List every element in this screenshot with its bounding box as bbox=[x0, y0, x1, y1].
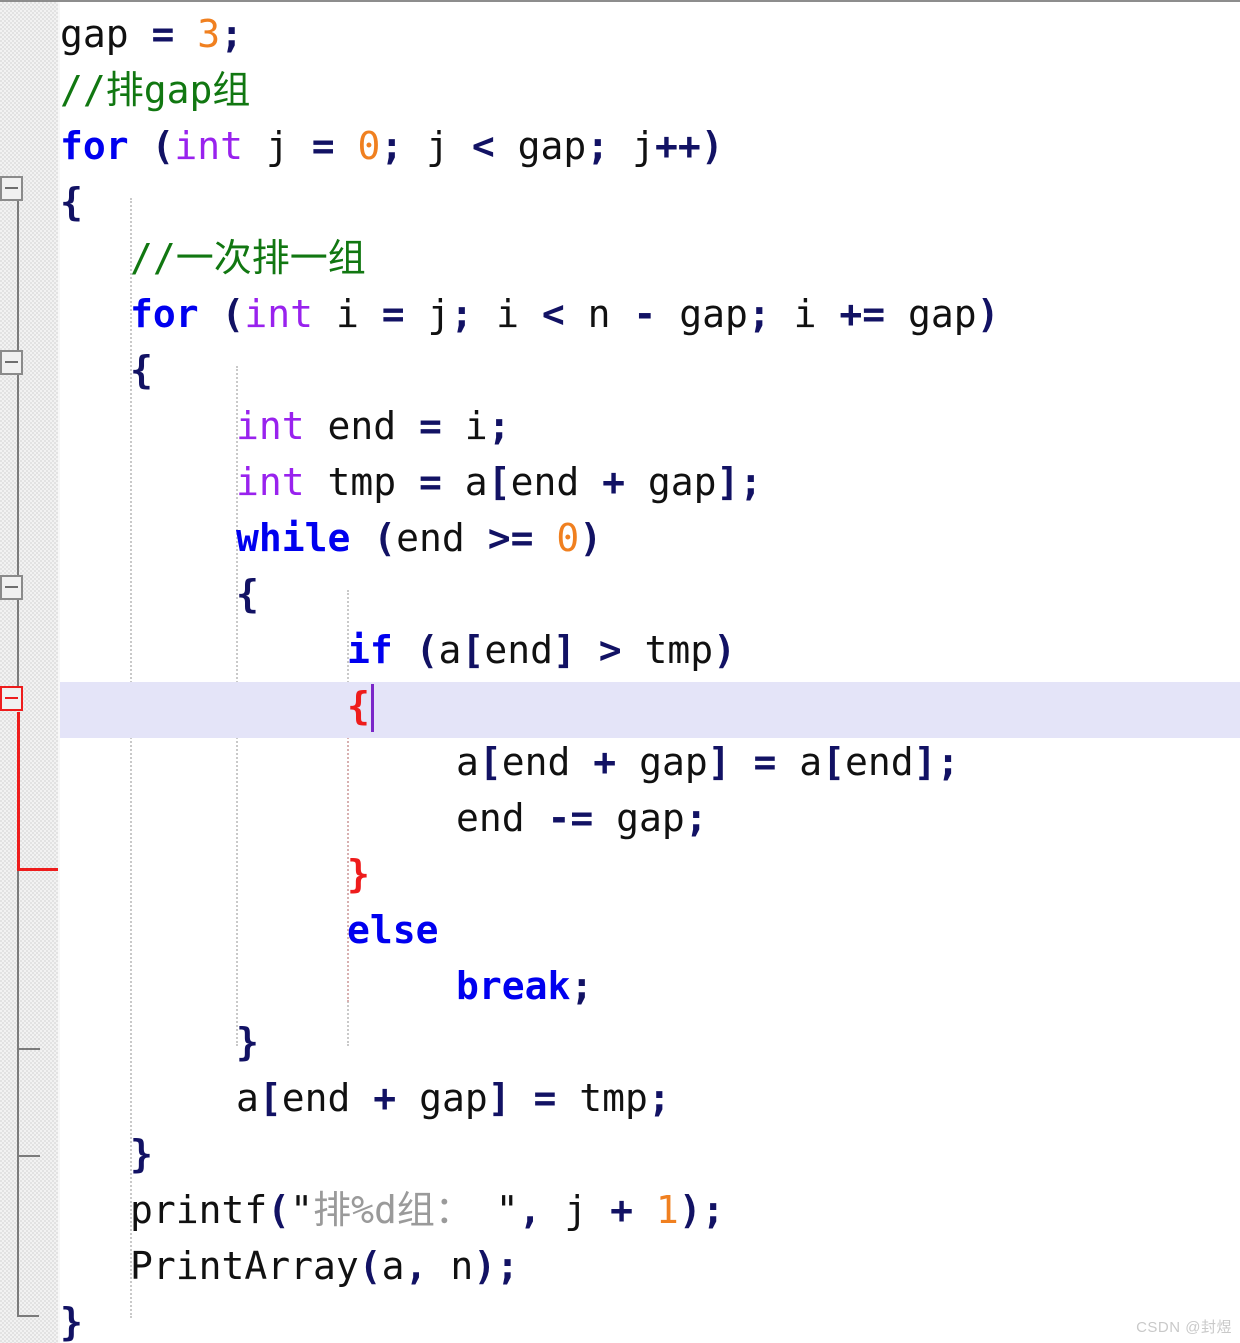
fold-spine-top bbox=[17, 200, 19, 350]
active-block-foot bbox=[17, 868, 58, 871]
fold-spine-mid bbox=[17, 375, 19, 575]
code-line-23[interactable]: PrintArray(a, n); bbox=[60, 1238, 1240, 1294]
token-type-int: int bbox=[244, 292, 314, 336]
code-line-19[interactable]: } bbox=[60, 1014, 1240, 1070]
code-line-2[interactable]: //排gap组 bbox=[60, 62, 1240, 118]
code-line-11[interactable]: { bbox=[60, 566, 1240, 622]
fold-tick-while-end bbox=[18, 1048, 40, 1050]
token-brace-close: } bbox=[130, 1132, 153, 1176]
code-line-9[interactable]: int tmp = a[end + gap]; bbox=[60, 454, 1240, 510]
code-line-12[interactable]: if (a[end] > tmp) bbox=[60, 622, 1240, 678]
code-line-16[interactable]: } bbox=[60, 846, 1240, 902]
token-operator: = bbox=[151, 12, 175, 56]
fold-corner-for-j-end bbox=[17, 1315, 39, 1317]
active-block-spine bbox=[17, 712, 20, 870]
token-ident: gap bbox=[60, 12, 152, 56]
token-semicolon: ; bbox=[220, 12, 244, 56]
token-brace-close: } bbox=[60, 1300, 83, 1343]
code-line-13[interactable]: { bbox=[60, 678, 1240, 734]
token-brace-close: } bbox=[236, 1020, 259, 1064]
token-type-int: int bbox=[236, 460, 305, 504]
code-line-6[interactable]: for (int i = j; i < n - gap; i += gap) bbox=[60, 286, 1240, 342]
code-line-4[interactable]: { bbox=[60, 174, 1240, 230]
text-caret bbox=[371, 684, 374, 732]
fold-box-while[interactable] bbox=[0, 575, 23, 600]
token-keyword-for: for bbox=[130, 292, 199, 336]
code-line-1[interactable]: gap = 3; bbox=[60, 6, 1240, 62]
code-line-7[interactable]: { bbox=[60, 342, 1240, 398]
code-line-14[interactable]: a[end + gap] = a[end]; bbox=[60, 734, 1240, 790]
token-keyword-break: break bbox=[456, 964, 571, 1008]
code-line-3[interactable]: for (int j = 0; j < gap; j++) bbox=[60, 118, 1240, 174]
code-editor-screenshot: gap = 3; //排gap组 for (int j = 0; j < gap… bbox=[0, 0, 1240, 1343]
token-type-int: int bbox=[174, 124, 244, 168]
code-line-17[interactable]: else bbox=[60, 902, 1240, 958]
code-line-8[interactable]: int end = i; bbox=[60, 398, 1240, 454]
fold-tick-for-i-end bbox=[18, 1155, 40, 1157]
token-brace-close-matched: } bbox=[347, 852, 370, 896]
token-comment: //排gap组 bbox=[60, 68, 251, 112]
token-func-printf: printf bbox=[130, 1188, 268, 1232]
token-keyword-for: for bbox=[60, 124, 129, 168]
token-type-int: int bbox=[236, 404, 305, 448]
code-line-18[interactable]: break; bbox=[60, 958, 1240, 1014]
code-line-21[interactable]: } bbox=[60, 1126, 1240, 1182]
code-area[interactable]: gap = 3; //排gap组 for (int j = 0; j < gap… bbox=[60, 2, 1240, 1343]
token-keyword-else: else bbox=[347, 908, 439, 952]
fold-box-if[interactable] bbox=[0, 686, 23, 711]
token-string: 排%d组： bbox=[313, 1188, 473, 1232]
code-line-15[interactable]: end -= gap; bbox=[60, 790, 1240, 846]
token-comment: //一次排一组 bbox=[130, 236, 366, 280]
fold-spine-mid2 bbox=[17, 600, 19, 686]
code-line-24[interactable]: } bbox=[60, 1294, 1240, 1343]
code-line-5[interactable]: //一次排一组 bbox=[60, 230, 1240, 286]
fold-box-for-j[interactable] bbox=[0, 176, 23, 201]
code-line-10[interactable]: while (end >= 0) bbox=[60, 510, 1240, 566]
token-brace-open-matched: { bbox=[347, 684, 370, 728]
token-number: 3 bbox=[197, 12, 221, 56]
code-line-20[interactable]: a[end + gap] = tmp; bbox=[60, 1070, 1240, 1126]
token-func-printarray: PrintArray bbox=[130, 1244, 359, 1288]
code-line-22[interactable]: printf("排%d组： ", j + 1); bbox=[60, 1182, 1240, 1238]
token-keyword-if: if bbox=[347, 628, 393, 672]
fold-gutter[interactable] bbox=[0, 2, 58, 1343]
token-brace-open: { bbox=[130, 348, 153, 392]
token-brace-open: { bbox=[60, 180, 83, 224]
csdn-watermark: CSDN @封煜 bbox=[1136, 1319, 1232, 1336]
fold-box-for-i[interactable] bbox=[0, 350, 23, 375]
token-brace-open: { bbox=[236, 572, 259, 616]
token-keyword-while: while bbox=[236, 516, 351, 560]
